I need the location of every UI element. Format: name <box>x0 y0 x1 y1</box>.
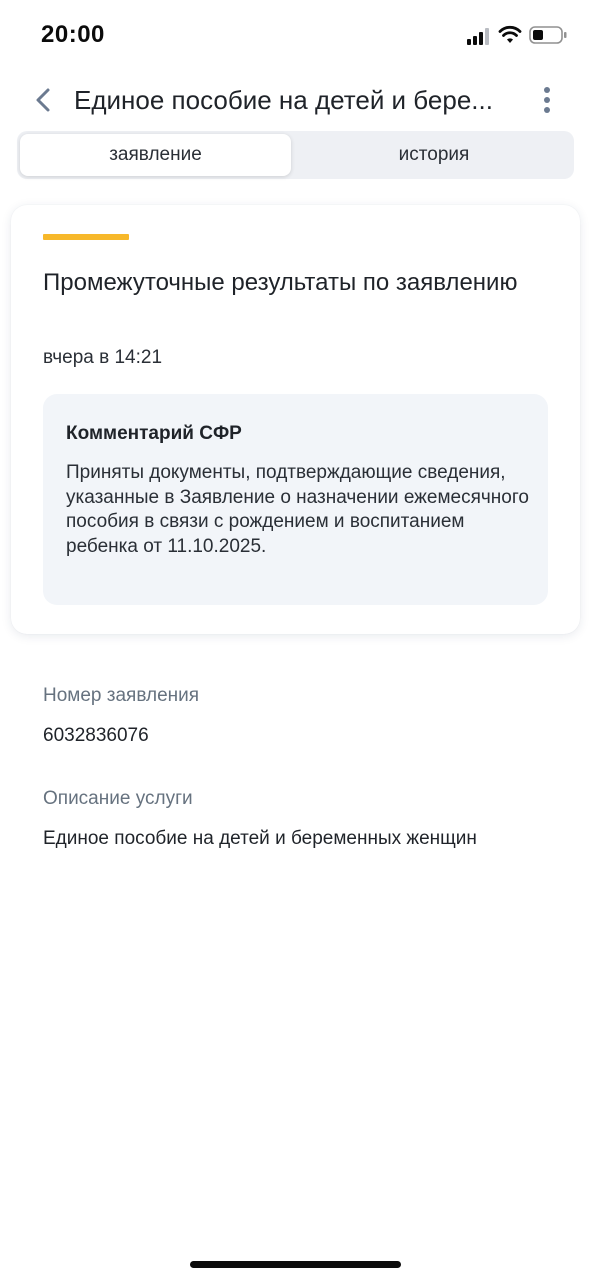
status-title: Промежуточные результаты по заявлению <box>43 269 518 296</box>
tab-application[interactable]: заявление <box>20 134 291 176</box>
service-description-label: Описание услуги <box>43 788 193 809</box>
application-number-value: 6032836076 <box>43 725 149 746</box>
wifi-icon <box>498 25 522 43</box>
comment-text: Приняты документы, подтверждающие сведен… <box>66 462 529 557</box>
application-number-label: Номер заявления <box>43 685 200 706</box>
status-accent-bar <box>43 234 129 240</box>
back-chevron-icon[interactable] <box>30 84 58 116</box>
more-vertical-icon[interactable] <box>532 84 562 116</box>
status-date: вчера в 14:21 <box>43 347 163 368</box>
signal-icon <box>467 28 489 45</box>
home-indicator[interactable] <box>190 1261 401 1268</box>
page-title: Единое пособие на детей и бере... <box>74 85 493 115</box>
battery-icon <box>529 26 567 44</box>
tab-history[interactable]: история <box>297 134 571 176</box>
comment-box: Комментарий СФР Приняты документы, подтв… <box>43 394 548 605</box>
comment-title: Комментарий СФР <box>66 423 242 444</box>
status-time: 20:00 <box>41 21 105 48</box>
segmented-tabs: заявление история <box>17 131 574 179</box>
status-card: Промежуточные результаты по заявлению вч… <box>11 205 580 634</box>
service-description-value: Единое пособие на детей и беременных жен… <box>43 828 477 849</box>
